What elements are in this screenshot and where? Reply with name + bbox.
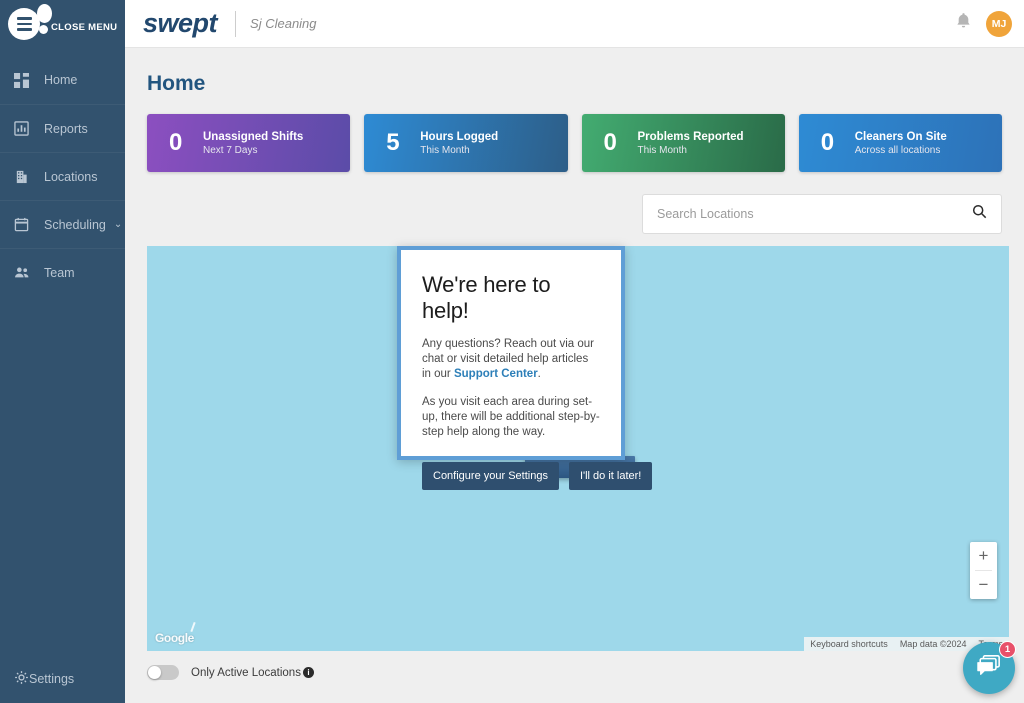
search-locations-box[interactable] [642, 194, 1002, 234]
header-actions: MJ [955, 10, 1024, 37]
page-title: Home [147, 72, 206, 95]
building-icon [14, 169, 44, 184]
hamburger-icon [8, 8, 40, 40]
modal-title: We're here to help! [422, 272, 551, 323]
stat-title: Cleaners On Site [854, 130, 947, 143]
swept-logo[interactable]: swept [143, 8, 218, 39]
avatar[interactable]: MJ [986, 10, 1012, 37]
sidebar-item-label: Team [44, 265, 75, 280]
stat-card-problems-reported[interactable]: 0 Problems Reported This Month [581, 114, 785, 172]
logo-dot-large-icon [37, 4, 52, 23]
search-input[interactable] [657, 207, 972, 221]
sidebar-item-reports[interactable]: Reports [0, 104, 125, 152]
map-zoom-controls: + − [970, 542, 997, 599]
grid-icon [14, 72, 44, 88]
sidebar-settings-label: Settings [29, 672, 75, 686]
only-active-locations-toggle[interactable] [147, 665, 179, 680]
calendar-icon [14, 217, 44, 232]
support-center-link[interactable]: Support Center [454, 368, 538, 380]
sidebar: CLOSE MENU Home Reports Locations Schedu… [0, 0, 125, 703]
stat-card-hours-logged[interactable]: 5 Hours Logged This Month [364, 114, 568, 172]
modal-paragraph-2: As you visit each area during set-up, th… [422, 396, 600, 438]
google-logo: Google [155, 621, 196, 645]
search-row [147, 194, 1002, 234]
stat-value: 0 [169, 129, 183, 156]
stat-subtitle: Across all locations [854, 144, 941, 156]
sidebar-item-scheduling[interactable]: Scheduling ⌄ [0, 200, 125, 248]
modal-paragraph-1-text-b: . [537, 368, 541, 380]
stat-cards: 0 Unassigned Shifts Next 7 Days 5 Hours … [147, 114, 1002, 172]
sidebar-item-label: Locations [44, 169, 98, 184]
info-icon[interactable]: i [302, 666, 314, 678]
stat-title: Problems Reported [637, 130, 744, 143]
modal-paragraph-1: Any questions? Reach out via our chat or… [422, 337, 600, 382]
stat-subtitle: This Month [637, 144, 687, 156]
chat-widget-button[interactable]: 1 [963, 641, 1016, 694]
stat-title: Unassigned Shifts [203, 130, 304, 143]
stat-value: 5 [386, 129, 400, 156]
do-it-later-button[interactable]: I'll do it later! [568, 462, 653, 490]
help-modal: We're here to help! Any questions? Reach… [397, 246, 653, 490]
toggle-label: Only Active Locations i [191, 666, 314, 679]
stat-card-unassigned-shifts[interactable]: 0 Unassigned Shifts Next 7 Days [147, 114, 351, 172]
map-data-label: Map data ©2024 [899, 639, 967, 649]
stat-subtitle: Next 7 Days [203, 144, 258, 156]
gear-icon [14, 670, 29, 688]
top-header: swept Sj Cleaning MJ [125, 0, 1024, 48]
bar-chart-icon [14, 121, 44, 136]
stat-card-cleaners-on-site[interactable]: 0 Cleaners On Site Across all locations [798, 114, 1002, 172]
sidebar-nav: Home Reports Locations Scheduling ⌄ Team [0, 56, 125, 296]
stat-title: Hours Logged [420, 130, 499, 143]
only-active-locations-row: Only Active Locations i [147, 665, 1002, 680]
modal-buttons: Configure your Settings I'll do it later… [422, 462, 653, 490]
stat-value: 0 [603, 129, 617, 156]
toggle-label-text: Only Active Locations [191, 666, 301, 679]
bell-icon[interactable] [955, 12, 972, 35]
chevron-down-icon: ⌄ [113, 219, 123, 230]
app-root: CLOSE MENU Home Reports Locations Schedu… [0, 0, 1024, 703]
chat-bubble-icon [976, 654, 1002, 683]
sidebar-item-label: Reports [44, 121, 88, 136]
keyboard-shortcuts-link[interactable]: Keyboard shortcuts [804, 639, 894, 649]
configure-settings-button[interactable]: Configure your Settings [422, 462, 559, 490]
sidebar-item-team[interactable]: Team [0, 248, 125, 296]
map-zoom-out-button[interactable]: − [970, 571, 997, 599]
chat-unread-badge: 1 [999, 641, 1016, 658]
sidebar-item-label: Scheduling [44, 217, 106, 232]
header-divider [235, 10, 237, 37]
people-icon [14, 265, 44, 280]
stat-subtitle: This Month [420, 144, 470, 156]
stat-value: 0 [820, 129, 835, 156]
map-zoom-in-button[interactable]: + [970, 542, 997, 570]
sidebar-item-label: Home [44, 73, 78, 87]
toggle-knob [148, 666, 161, 679]
close-menu-label: CLOSE MENU [51, 22, 118, 33]
logo-dot-small-icon [39, 25, 48, 34]
sidebar-item-locations[interactable]: Locations [0, 152, 125, 200]
search-icon[interactable] [972, 204, 987, 224]
close-menu-button[interactable]: CLOSE MENU [0, 0, 125, 48]
sidebar-item-home[interactable]: Home [0, 56, 125, 104]
client-name: Sj Cleaning [250, 16, 317, 31]
sidebar-item-settings[interactable]: Settings [0, 655, 125, 703]
